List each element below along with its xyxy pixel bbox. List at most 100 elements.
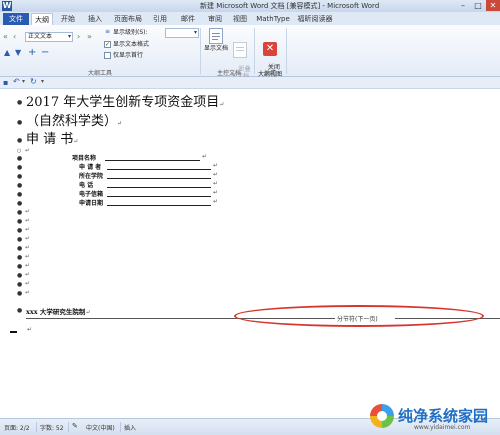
- save-icon[interactable]: ▪: [3, 78, 8, 87]
- para-mark: ↵: [213, 198, 219, 205]
- tab-review[interactable]: 审阅: [205, 13, 225, 25]
- quick-access-toolbar: ▪ ↶ ▾ ↻ ▾: [0, 77, 500, 89]
- expand-icon[interactable]: +: [28, 48, 36, 58]
- show-first-line-label: 仅显示首行: [113, 52, 144, 59]
- show-first-line-checkbox[interactable]: [104, 52, 111, 59]
- status-page[interactable]: 页面: 2/2: [4, 423, 30, 432]
- move-down-icon[interactable]: ▼: [15, 49, 21, 57]
- customize-qat-icon[interactable]: ▾: [41, 78, 44, 85]
- field-underline: [107, 187, 211, 188]
- empty-bullet[interactable]: ●: [17, 282, 22, 288]
- move-up-icon[interactable]: ▲: [4, 49, 10, 57]
- title-bar: W 新建 Microsoft Word 文档 [兼容模式] - Microsof…: [0, 0, 500, 12]
- undo-icon[interactable]: ↶: [13, 77, 20, 86]
- ribbon-panel: « ‹ 正文文本 ▾ › » ▲ ▼ + − ≡ 显示级别(S): ▾ ✓ 显示文本…: [0, 25, 500, 80]
- para-mark: ↵: [25, 226, 31, 233]
- show-text-format-checkbox[interactable]: ✓: [104, 41, 111, 48]
- tab-mailings[interactable]: 邮件: [178, 13, 198, 25]
- promote-to-heading1-icon[interactable]: «: [3, 33, 8, 41]
- para-mark: ↵: [213, 162, 219, 169]
- collapse-icon[interactable]: −: [41, 48, 49, 58]
- watermark-title: 纯净系统家园: [398, 407, 489, 425]
- show-level-row: ≡ 显示级别(S):: [104, 29, 148, 37]
- para-mark: ↵: [213, 189, 219, 196]
- para-mark: ↵: [213, 180, 219, 187]
- para-mark: ↵: [25, 235, 31, 242]
- window-title: 新建 Microsoft Word 文档 [兼容模式] - Microsoft …: [200, 2, 380, 10]
- field-bullet[interactable]: ●: [17, 201, 22, 207]
- field-label-email: 电子信箱: [79, 191, 104, 198]
- empty-bullet[interactable]: ●: [17, 273, 22, 279]
- show-text-format-label: 显示文本格式: [113, 41, 150, 48]
- show-level-label: 显示级别(S):: [113, 29, 148, 36]
- demote-icon[interactable]: ›: [77, 33, 80, 41]
- show-document-button[interactable]: 显示文档: [203, 28, 229, 52]
- field-bullet[interactable]: ●: [17, 156, 22, 162]
- close-window-button[interactable]: ✕: [486, 0, 500, 11]
- proofing-icon[interactable]: ✎: [72, 422, 78, 430]
- show-document-label: 显示文档: [203, 45, 228, 52]
- para-mark: ↵: [25, 280, 31, 287]
- watermark-url: www.yidaimei.com: [414, 424, 471, 431]
- promote-icon[interactable]: ‹: [13, 33, 16, 41]
- status-language[interactable]: 中文(中国): [86, 423, 115, 432]
- show-level-select[interactable]: ▾: [165, 28, 199, 38]
- field-bullet[interactable]: ●: [17, 192, 22, 198]
- field-underline: [107, 178, 211, 179]
- watermark-logo-icon: [370, 404, 394, 428]
- tab-references[interactable]: 引用: [150, 13, 170, 25]
- redo-icon[interactable]: ↻: [30, 77, 37, 86]
- body-bullet[interactable]: ○: [17, 148, 21, 154]
- outline-level-select[interactable]: 正文文本 ▾: [25, 32, 73, 42]
- heading-title[interactable]: 2017 年大学生创新专项资金项目↵: [26, 96, 224, 112]
- outline-bullet[interactable]: ●: [17, 120, 22, 126]
- group-separator: [286, 28, 287, 74]
- tab-outline[interactable]: 大纲: [31, 13, 53, 25]
- empty-bullet[interactable]: ●: [17, 228, 22, 234]
- tab-home[interactable]: 开始: [58, 13, 78, 25]
- field-bullet[interactable]: ●: [17, 174, 22, 180]
- empty-paragraph: ↵: [25, 147, 31, 154]
- empty-bullet[interactable]: ●: [17, 264, 22, 270]
- heading-subtitle[interactable]: （自然科学类）↵: [26, 115, 122, 131]
- empty-bullet[interactable]: ●: [17, 291, 22, 297]
- outline-bullet[interactable]: ●: [17, 138, 22, 144]
- show-text-format-row[interactable]: ✓ 显示文本格式: [104, 41, 149, 49]
- field-bullet[interactable]: ●: [17, 183, 22, 189]
- empty-bullet[interactable]: ●: [17, 210, 22, 216]
- chevron-down-icon: ▾: [193, 29, 197, 36]
- field-bullet[interactable]: ●: [17, 308, 22, 314]
- tab-insert[interactable]: 插入: [85, 13, 105, 25]
- empty-bullet[interactable]: ●: [17, 246, 22, 252]
- show-first-line-row[interactable]: 仅显示首行: [104, 52, 143, 60]
- maximize-button[interactable]: □: [471, 0, 485, 11]
- field-underline: [107, 205, 211, 206]
- field-bullet[interactable]: ●: [17, 165, 22, 171]
- group-label-outline-tools: 大纲工具: [87, 70, 112, 77]
- group-label-master-document: 主控文档: [216, 70, 241, 77]
- empty-bullet[interactable]: ●: [17, 219, 22, 225]
- tab-view[interactable]: 视图: [230, 13, 250, 25]
- tab-page-layout[interactable]: 页面布局: [112, 13, 144, 25]
- empty-bullet[interactable]: ●: [17, 255, 22, 261]
- chevron-down-icon[interactable]: ▾: [22, 78, 25, 85]
- field-label-project-name: 项目名称: [72, 155, 97, 162]
- para-mark: ↵: [27, 326, 33, 333]
- minimize-button[interactable]: –: [456, 0, 470, 11]
- text-cursor: [10, 331, 17, 333]
- heading-application[interactable]: 申 请 书↵: [26, 133, 78, 149]
- outline-bullet[interactable]: ●: [17, 100, 22, 106]
- empty-bullet[interactable]: ●: [17, 237, 22, 243]
- demote-to-body-icon[interactable]: »: [87, 33, 92, 41]
- tab-file[interactable]: 文件: [3, 13, 29, 25]
- tab-mathtype[interactable]: MathType: [256, 13, 290, 25]
- word-app-icon[interactable]: W: [2, 1, 12, 11]
- footer-issuer[interactable]: xxx 大学研究生院制↵: [26, 306, 90, 316]
- status-word-count[interactable]: 字数: 52: [40, 423, 64, 432]
- para-mark: ↵: [25, 217, 31, 224]
- document-area[interactable]: ● 2017 年大学生创新专项资金项目↵ ● （自然科学类）↵ ● 申 请 书↵…: [0, 89, 500, 418]
- field-underline: [105, 160, 200, 161]
- tab-foxit-reader[interactable]: 福昕阅读器: [296, 13, 334, 25]
- para-mark: ↵: [202, 153, 208, 160]
- status-insert-mode[interactable]: 插入: [124, 423, 136, 432]
